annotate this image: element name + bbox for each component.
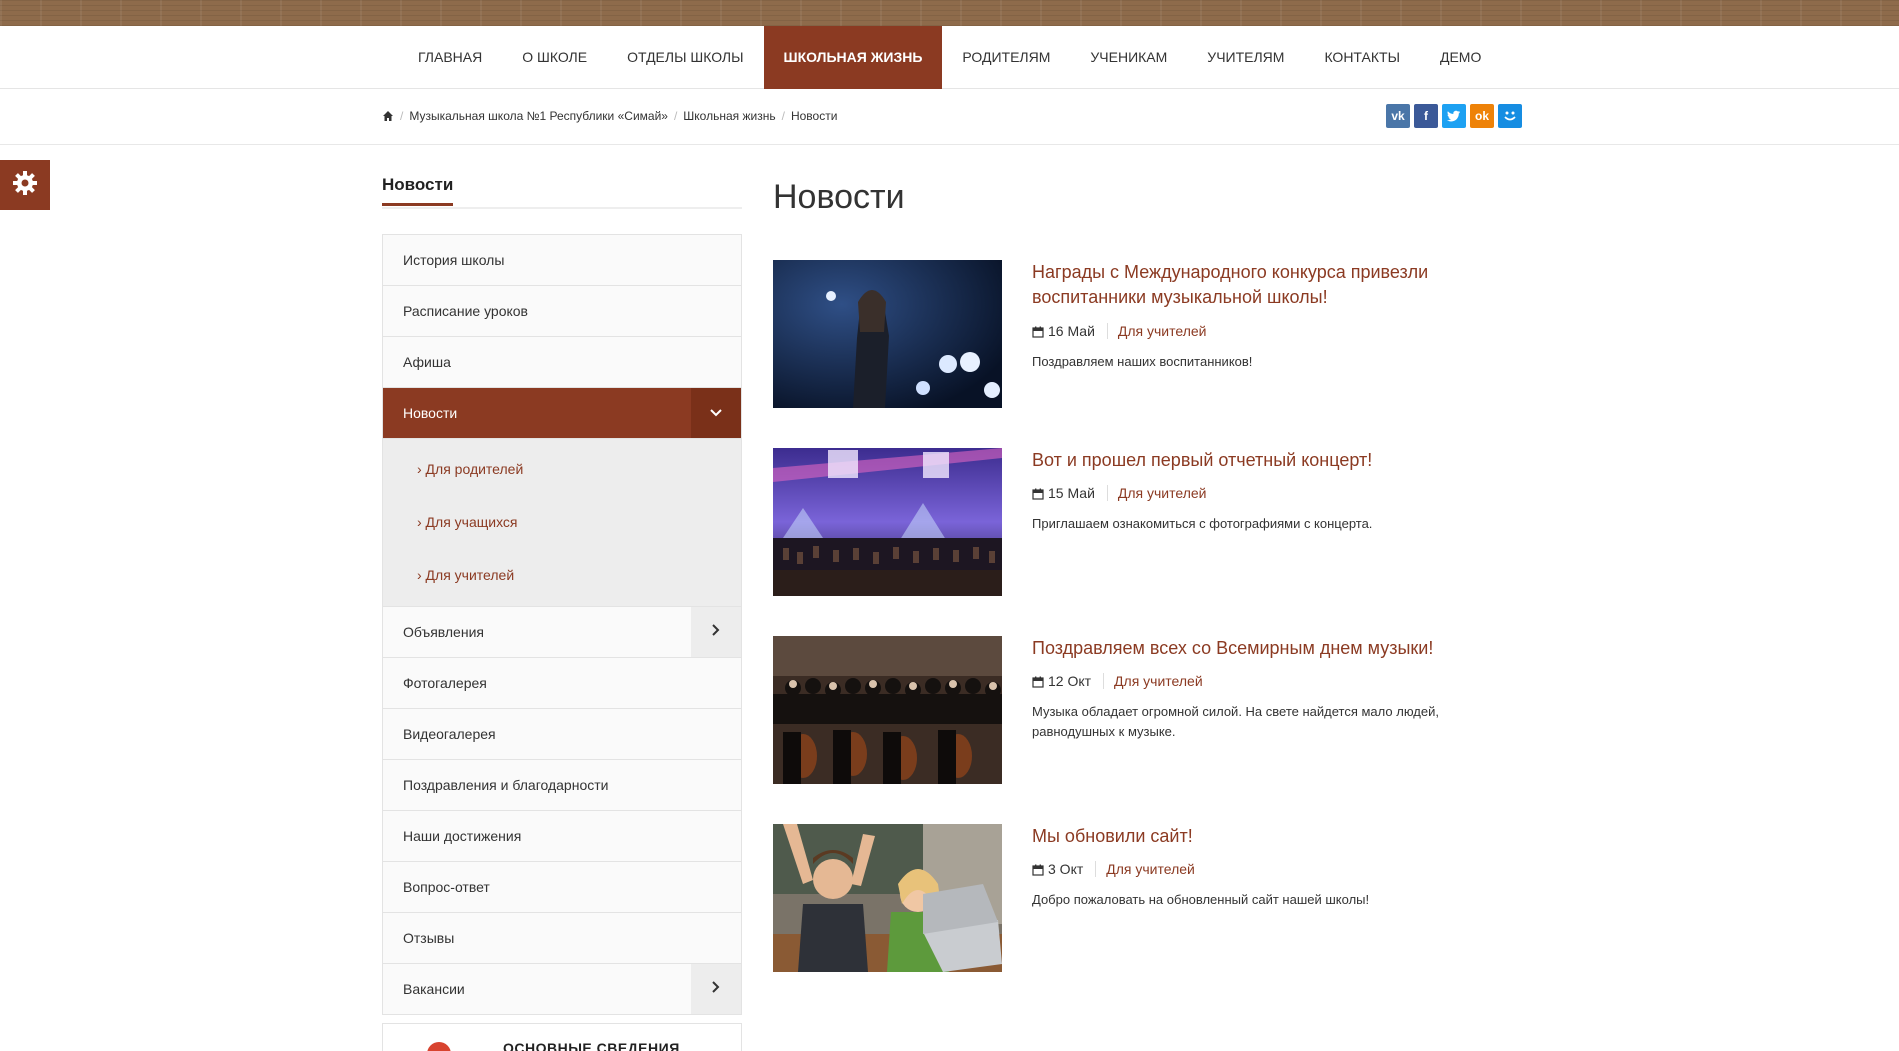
sidebar-item-faq[interactable]: Вопрос-ответ [383,862,741,913]
news-item: Мы обновили сайт! 3 Окт Для учителей Доб… [773,824,1493,974]
expand-toggle[interactable] [691,964,741,1014]
info-icon [427,1042,451,1051]
sidebar-item-label: Видеогалерея [403,726,496,742]
sidebar-item-label: История школы [403,252,505,268]
news-meta: 12 Окт Для учителей [1032,673,1203,689]
news-date: 15 Май [1048,485,1095,501]
news-title[interactable]: Вот и прошел первый отчетный концерт! [1032,448,1472,473]
vk-icon[interactable]: vk [1386,104,1410,128]
nav-item-home[interactable]: ГЛАВНАЯ [398,26,502,89]
nav-item-departments[interactable]: ОТДЕЛЫ ШКОЛЫ [607,26,763,89]
news-date: 3 Окт [1048,861,1084,877]
info-box-label: ОСНОВНЫЕ СВЕДЕНИЯ [503,1040,680,1051]
sidebar-item-label: Фотогалерея [403,675,487,691]
expand-toggle[interactable] [691,607,741,657]
sidebar-item-label: Поздравления и благодарности [403,777,609,793]
news-item: Вот и прошел первый отчетный концерт! 15… [773,448,1493,598]
calendar-icon [1032,325,1044,338]
breadcrumb-bar: / Музыкальная школа №1 Республики «Симай… [0,90,1899,145]
sidebar-item-vacancies[interactable]: Вакансии [383,964,741,1015]
news-meta: 3 Окт Для учителей [1032,861,1195,877]
info-box-basic-info[interactable]: ОСНОВНЫЕ СВЕДЕНИЯ [382,1023,742,1051]
sidebar-item-announcements[interactable]: Объявления [383,607,741,658]
news-title[interactable]: Мы обновили сайт! [1032,824,1472,849]
breadcrumb-current: Новости [790,109,838,123]
sidebar-item-history[interactable]: История школы [383,235,741,286]
main-navigation: ГЛАВНАЯ О ШКОЛЕ ОТДЕЛЫ ШКОЛЫ ШКОЛЬНАЯ ЖИ… [0,26,1899,89]
sidebar-item-greetings[interactable]: Поздравления и благодарности [383,760,741,811]
nav-item-parents[interactable]: РОДИТЕЛЯМ [942,26,1070,89]
chevron-down-icon [709,388,723,439]
news-item: Поздравляем всех со Всемирным днем музык… [773,636,1493,786]
home-icon[interactable] [382,110,394,122]
news-date: 12 Окт [1048,673,1092,689]
news-category-link[interactable]: Для учителей [1103,673,1203,689]
sidebar-item-label: Наши достижения [403,828,522,844]
news-category-link[interactable]: Для учителей [1095,861,1195,877]
sidebar-menu: История школы Расписание уроков Афиша Но… [382,234,742,1015]
news-excerpt: Добро пожаловать на обновленный сайт наш… [1032,892,1370,907]
moimir-icon[interactable] [1498,104,1522,128]
nav-item-school-life[interactable]: ШКОЛЬНАЯ ЖИЗНЬ [763,26,943,89]
calendar-icon [1032,675,1044,688]
news-excerpt: Музыка обладает огромной силой. На свете… [1032,704,1439,739]
sidebar-item-label: Отзывы [403,930,455,946]
news-thumbnail[interactable] [773,824,1002,972]
nav-item-teachers[interactable]: УЧИТЕЛЯМ [1187,26,1304,89]
sidebar-item-videogallery[interactable]: Видеогалерея [383,709,741,760]
calendar-icon [1032,863,1044,876]
sidebar-submenu-news: › Для родителей › Для учащихся › Для учи… [383,439,741,607]
nav-item-contacts[interactable]: КОНТАКТЫ [1304,26,1420,89]
news-excerpt: Поздравляем наших воспитанников! [1032,354,1253,369]
breadcrumb-school[interactable]: Музыкальная школа №1 Республики «Симай» [409,109,668,123]
chevron-right-icon [711,607,721,658]
nav-item-demo[interactable]: ДЕМО [1420,26,1501,89]
sidebar-header: Новости [382,175,742,209]
news-date: 16 Май [1048,323,1095,339]
calendar-icon [1032,487,1044,500]
sidebar-subitem-teachers[interactable]: › Для учителей [383,549,741,602]
sidebar-item-label: Объявления [403,624,484,640]
sidebar-item-label: Вопрос-ответ [403,879,490,895]
settings-button[interactable] [0,160,50,210]
sidebar-item-afisha[interactable]: Афиша [383,337,741,388]
sidebar-item-schedule[interactable]: Расписание уроков [383,286,741,337]
news-title[interactable]: Поздравляем всех со Всемирным днем музык… [1032,636,1472,661]
sidebar-item-photogallery[interactable]: Фотогалерея [383,658,741,709]
news-category-link[interactable]: Для учителей [1106,485,1206,501]
sidebar-item-reviews[interactable]: Отзывы [383,913,741,964]
breadcrumb: / Музыкальная школа №1 Республики «Симай… [382,109,837,123]
collapse-toggle[interactable] [691,388,741,438]
odnoklassniki-icon[interactable]: ok [1470,104,1494,128]
sidebar-subitem-students[interactable]: › Для учащихся [383,496,741,549]
news-meta: 16 Май Для учителей [1032,323,1206,339]
nav-item-about[interactable]: О ШКОЛЕ [502,26,607,89]
sidebar-item-label: Вакансии [403,981,465,997]
sidebar-item-label: Афиша [403,354,451,370]
sidebar-item-label: Новости [403,405,458,421]
decorative-header-strip [0,0,1899,26]
chevron-right-icon [711,964,721,1015]
news-meta: 15 Май Для учителей [1032,485,1206,501]
news-excerpt: Приглашаем ознакомиться с фотографиями с… [1032,516,1373,531]
sidebar-item-label: Расписание уроков [403,303,528,319]
news-item: Награды с Международного конкурса привез… [773,260,1493,410]
news-thumbnail[interactable] [773,448,1002,596]
breadcrumb-school-life[interactable]: Школьная жизнь [683,109,775,123]
news-thumbnail[interactable] [773,636,1002,784]
sidebar-item-achievements[interactable]: Наши достижения [383,811,741,862]
news-category-link[interactable]: Для учителей [1106,323,1206,339]
news-thumbnail[interactable] [773,260,1002,408]
sidebar-item-news[interactable]: Новости [383,388,741,439]
twitter-icon[interactable] [1442,104,1466,128]
facebook-icon[interactable]: f [1414,104,1438,128]
page-title: Новости [773,178,905,216]
nav-item-students[interactable]: УЧЕНИКАМ [1070,26,1187,89]
gear-icon [11,169,39,202]
news-title[interactable]: Награды с Международного конкурса привез… [1032,260,1472,310]
social-share-bar: vk f ok [1386,104,1522,128]
sidebar-title: Новости [382,175,454,206]
sidebar-subitem-parents[interactable]: › Для родителей [383,443,741,496]
